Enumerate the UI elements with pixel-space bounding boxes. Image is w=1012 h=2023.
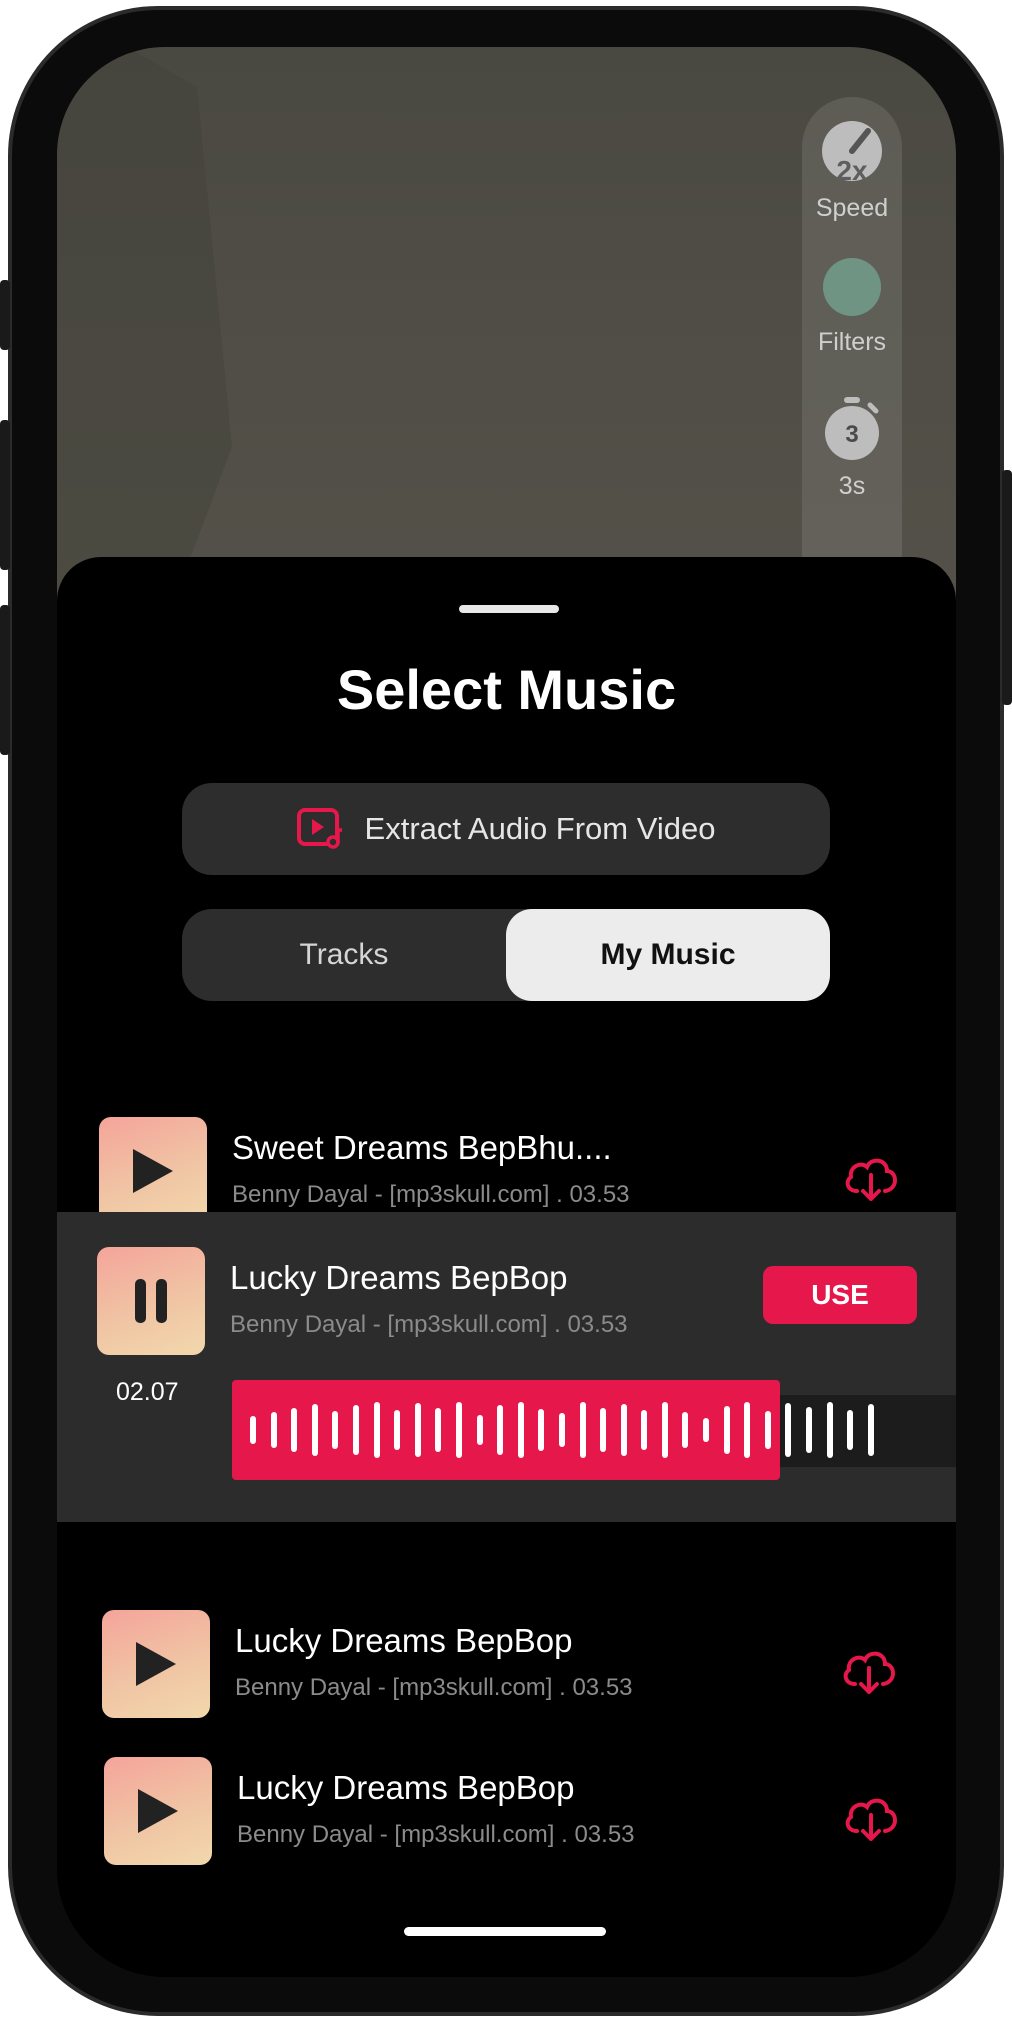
play-icon — [138, 1789, 178, 1833]
volume-down-button — [0, 605, 10, 755]
timer-badge: 3 — [845, 421, 859, 448]
play-icon — [133, 1149, 173, 1193]
song-thumbnail[interactable] — [104, 1757, 212, 1865]
sheet-drag-handle[interactable] — [459, 605, 559, 613]
select-music-sheet: Select Music Extract Audio From Video Tr… — [57, 557, 956, 1977]
filters-tool[interactable]: Filters — [802, 257, 902, 357]
tab-tracks[interactable]: Tracks — [182, 909, 506, 1001]
filters-label: Filters — [817, 328, 887, 356]
song-thumbnail[interactable] — [97, 1247, 205, 1355]
song-title: Sweet Dreams BepBhu.... — [232, 1129, 612, 1166]
song-title: Lucky Dreams BepBop — [230, 1259, 568, 1296]
home-indicator[interactable] — [404, 1927, 606, 1936]
song-title: Lucky Dreams BepBop — [237, 1769, 575, 1806]
timer-tool[interactable]: 3 3s — [802, 397, 902, 501]
silent-switch — [0, 280, 10, 350]
song-subtitle: Benny Dayal - [mp3skull.com] . 03.53 — [235, 1674, 633, 1701]
active-song-row[interactable]: Lucky Dreams BepBop Benny Dayal - [mp3sk… — [57, 1212, 956, 1522]
volume-up-button — [0, 420, 10, 570]
cloud-download-icon[interactable] — [841, 1151, 901, 1203]
song-subtitle: Benny Dayal - [mp3skull.com] . 03.53 — [230, 1311, 628, 1338]
play-icon — [136, 1642, 176, 1686]
sheet-title: Select Music — [336, 658, 677, 721]
playback-time: 02.07 — [116, 1378, 179, 1406]
waveform-selection[interactable] — [232, 1380, 874, 1480]
extract-audio-button[interactable]: Extract Audio From Video — [182, 783, 830, 875]
song-subtitle: Benny Dayal - [mp3skull.com] . 03.53 — [237, 1821, 635, 1848]
speed-badge: 2x — [836, 155, 868, 186]
timer-label: 3s — [838, 472, 866, 500]
song-row[interactable]: Lucky Dreams BepBop Benny Dayal - [mp3sk… — [57, 1757, 956, 1877]
cloud-download-icon[interactable] — [841, 1791, 901, 1843]
filter-icon — [823, 258, 881, 316]
song-thumbnail[interactable] — [99, 1117, 207, 1225]
video-music-icon — [296, 808, 342, 849]
screen: 2x Speed Filters 3 3s Select Music Extra… — [57, 47, 956, 1977]
music-tabs: Tracks My Music — [182, 909, 830, 1001]
song-subtitle: Benny Dayal - [mp3skull.com] . 03.53 — [232, 1181, 630, 1208]
pause-icon — [135, 1279, 167, 1323]
use-button[interactable]: USE — [763, 1266, 917, 1324]
camera-tool-rail: 2x Speed Filters 3 3s — [802, 97, 902, 637]
song-thumbnail[interactable] — [102, 1610, 210, 1718]
song-title: Lucky Dreams BepBop — [235, 1622, 573, 1659]
extract-audio-label: Extract Audio From Video — [364, 811, 716, 846]
tab-my-music[interactable]: My Music — [506, 909, 830, 1001]
waveform-bars — [250, 1380, 888, 1480]
speed-label: Speed — [815, 194, 889, 222]
speed-tool[interactable]: 2x Speed — [802, 119, 902, 223]
cloud-download-icon[interactable] — [839, 1644, 899, 1696]
song-row[interactable]: Lucky Dreams BepBop Benny Dayal - [mp3sk… — [57, 1610, 956, 1730]
power-button — [1002, 470, 1012, 705]
